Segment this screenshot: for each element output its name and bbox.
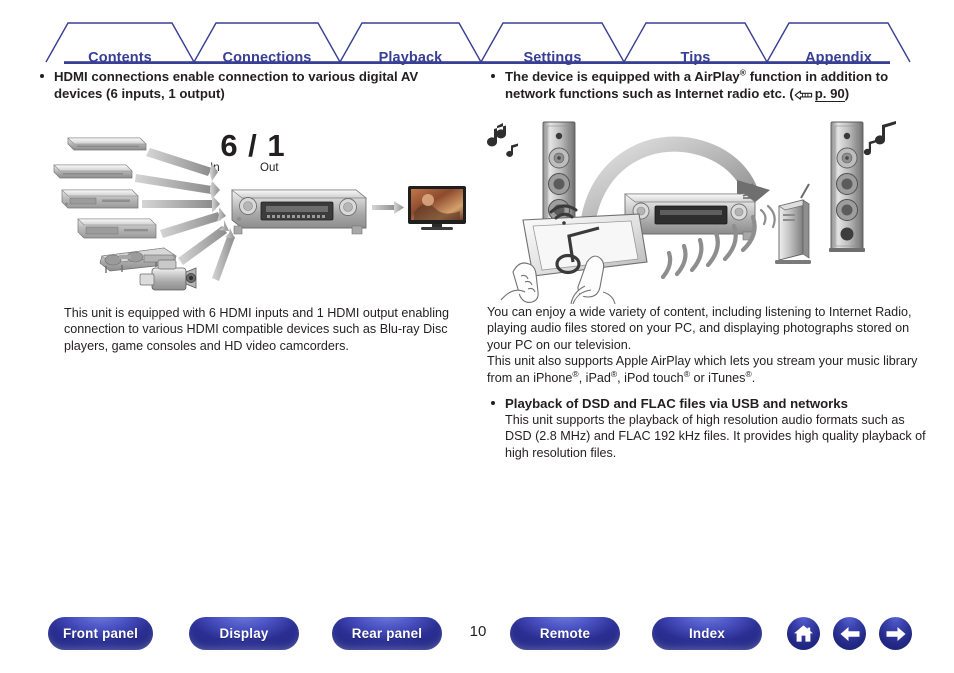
tab-bar-underline bbox=[64, 61, 890, 64]
right-heading-2: Playback of DSD and FLAC files via USB a… bbox=[487, 395, 927, 412]
right-column: The device is equipped with a AirPlay® f… bbox=[487, 68, 927, 461]
page-reference-link[interactable]: p. 90 bbox=[794, 85, 845, 104]
hdmi-diagram-art bbox=[53, 137, 466, 291]
tab-appendix[interactable]: Appendix bbox=[789, 50, 888, 66]
arrow-left-icon bbox=[839, 626, 861, 642]
right-para2-c: , iPod touch bbox=[617, 370, 684, 385]
nav-button-remote[interactable]: Remote bbox=[510, 617, 620, 650]
tab-connections[interactable]: Connections bbox=[216, 50, 318, 66]
tab-tips[interactable]: Tips bbox=[646, 50, 745, 66]
right-heading: The device is equipped with a AirPlay® f… bbox=[487, 68, 927, 104]
left-heading: HDMI connections enable connection to va… bbox=[36, 68, 476, 102]
page-number: 10 bbox=[469, 623, 487, 640]
airplay-network-diagram bbox=[487, 114, 927, 304]
nav-button-front-panel[interactable]: Front panel bbox=[48, 617, 153, 650]
tablet-device bbox=[522, 204, 648, 277]
right-heading-line2-b: ) bbox=[844, 86, 850, 101]
left-heading-line2: devices (6 inputs, 1 output) bbox=[54, 86, 225, 101]
pointing-hand-icon bbox=[794, 87, 813, 104]
hdmi-connection-diagram: 6 / 1 In Out bbox=[36, 108, 476, 303]
music-notes-right bbox=[863, 121, 896, 156]
home-button[interactable] bbox=[787, 617, 820, 650]
television bbox=[408, 186, 466, 230]
nav-button-display[interactable]: Display bbox=[189, 617, 299, 650]
right-paragraph-3: This unit supports the playback of high … bbox=[505, 413, 926, 460]
left-heading-line1: HDMI connections enable connection to va… bbox=[54, 69, 419, 84]
tab-playback[interactable]: Playback bbox=[362, 50, 459, 66]
nav-button-rear-panel[interactable]: Rear panel bbox=[332, 617, 442, 650]
right-paragraph-2: This unit also supports Apple AirPlay wh… bbox=[487, 353, 927, 386]
tab-contents[interactable]: Contents bbox=[68, 50, 172, 66]
home-icon bbox=[793, 624, 814, 643]
airplay-diagram-art bbox=[487, 121, 896, 304]
right-heading-line1-a: The device is equipped with a AirPlay bbox=[505, 69, 740, 84]
right-para2-b: , iPad bbox=[578, 370, 611, 385]
tab-settings[interactable]: Settings bbox=[503, 50, 602, 66]
right-paragraph-1: You can enjoy a wide variety of content,… bbox=[487, 305, 912, 352]
bottom-navigation: Front panel Display Rear panel 10 Remote… bbox=[0, 617, 954, 657]
av-receiver bbox=[231, 189, 367, 235]
right-heading-line2-a: network functions such as Internet radio… bbox=[505, 86, 794, 101]
arrow-right-icon bbox=[885, 626, 907, 642]
left-caption: This unit is equipped with 6 HDMI inputs… bbox=[64, 306, 450, 353]
right-heading-line1-b: function in addition to bbox=[746, 69, 889, 84]
source-device-4 bbox=[77, 218, 157, 239]
back-button[interactable] bbox=[833, 617, 866, 650]
hdmi-output-arrow bbox=[372, 201, 404, 214]
forward-button[interactable] bbox=[879, 617, 912, 650]
source-device-3 bbox=[61, 189, 139, 209]
source-device-2 bbox=[53, 164, 133, 179]
music-notes-left bbox=[487, 123, 518, 157]
tab-bar: Contents Connections Playback Settings T… bbox=[0, 18, 954, 66]
wireless-router bbox=[775, 183, 811, 264]
page-reference-number: p. 90 bbox=[814, 86, 845, 102]
source-device-1 bbox=[67, 137, 147, 151]
right-para2-d: or iTunes bbox=[689, 370, 746, 385]
right-para2-e: . bbox=[751, 370, 756, 385]
nav-button-index[interactable]: Index bbox=[652, 617, 762, 650]
left-column: HDMI connections enable connection to va… bbox=[36, 68, 476, 354]
speaker-right bbox=[829, 121, 865, 252]
